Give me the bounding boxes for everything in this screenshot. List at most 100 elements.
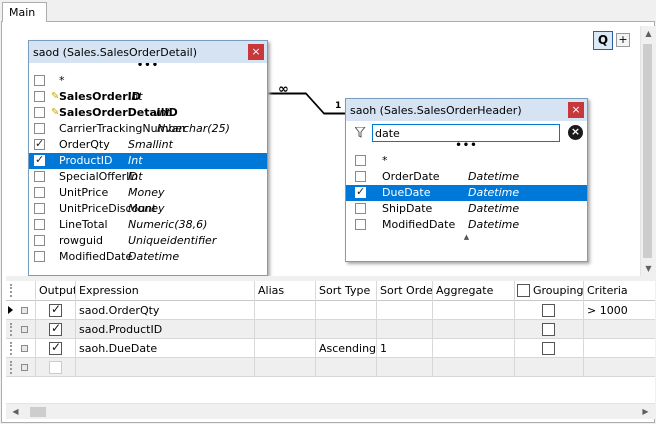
field-row[interactable]: * bbox=[346, 153, 587, 169]
header-alias[interactable]: Alias bbox=[255, 281, 316, 301]
cell-sort-order[interactable] bbox=[377, 301, 433, 320]
table-row[interactable]: saod.OrderQty > 1000 bbox=[6, 301, 655, 320]
cell-alias[interactable] bbox=[255, 320, 316, 339]
cell-criteria[interactable] bbox=[584, 339, 655, 358]
cell-sort-order[interactable] bbox=[377, 320, 433, 339]
output-checkbox[interactable] bbox=[49, 361, 62, 374]
header-aggregate[interactable]: Aggregate bbox=[433, 281, 515, 301]
cell-expression[interactable]: saod.ProductID bbox=[76, 320, 255, 339]
cell-expression[interactable]: saod.OrderQty bbox=[76, 301, 255, 320]
field-checkbox[interactable] bbox=[34, 251, 45, 262]
field-row[interactable]: UnitPrice Money bbox=[29, 185, 267, 201]
field-row[interactable]: ShipDate Datetime bbox=[346, 201, 587, 217]
output-checkbox[interactable] bbox=[49, 321, 62, 336]
query-columns-grid[interactable]: Output Expression Alias Sort Type Sort O… bbox=[6, 281, 655, 403]
query-button[interactable]: Q bbox=[593, 31, 613, 50]
table-row[interactable]: saoh.DueDate Ascending1 bbox=[6, 339, 655, 358]
scroll-down-arrow-icon[interactable]: ▼ bbox=[641, 261, 656, 276]
field-row[interactable]: ✎ SalesOrderID Int bbox=[29, 89, 267, 105]
cell-aggregate[interactable] bbox=[433, 339, 515, 358]
scroll-up-arrow-icon[interactable]: ▲ bbox=[641, 26, 656, 41]
scrollbar-thumb[interactable] bbox=[30, 407, 46, 417]
table-saod-close-button[interactable]: × bbox=[248, 44, 264, 60]
field-row[interactable]: ModifiedDate Datetime bbox=[29, 249, 267, 265]
cell-output[interactable] bbox=[36, 339, 76, 358]
cell-sort-type[interactable] bbox=[316, 301, 377, 320]
scroll-up-icon[interactable]: ▲ bbox=[346, 233, 587, 243]
row-header[interactable] bbox=[6, 301, 36, 320]
cell-alias[interactable] bbox=[255, 339, 316, 358]
grouping-checkbox[interactable] bbox=[542, 342, 555, 355]
row-select-icon[interactable] bbox=[21, 307, 28, 314]
header-sort-order[interactable]: Sort Order bbox=[377, 281, 433, 301]
row-select-icon[interactable] bbox=[21, 364, 28, 371]
field-checkbox[interactable] bbox=[34, 107, 45, 118]
cell-aggregate[interactable] bbox=[433, 320, 515, 339]
cell-alias[interactable] bbox=[255, 301, 316, 320]
query-diagram-canvas[interactable]: ∞ 1 saod (Sales.SalesOrderDetail) × ••• … bbox=[6, 26, 641, 276]
cell-expression[interactable] bbox=[76, 358, 255, 377]
table-saoh-close-button[interactable]: × bbox=[568, 102, 584, 118]
row-header[interactable] bbox=[6, 339, 36, 358]
scroll-right-arrow-icon[interactable]: ▶ bbox=[638, 404, 653, 419]
cell-aggregate[interactable] bbox=[433, 301, 515, 320]
field-checkbox[interactable] bbox=[355, 203, 366, 214]
field-checkbox[interactable] bbox=[34, 137, 45, 150]
cell-alias[interactable] bbox=[255, 358, 316, 377]
row-header[interactable] bbox=[6, 358, 36, 377]
field-row[interactable]: ✎ SalesOrderDetailID Int bbox=[29, 105, 267, 121]
field-checkbox[interactable] bbox=[34, 203, 45, 214]
table-saoh-header[interactable]: saoh (Sales.SalesOrderHeader) × bbox=[346, 99, 587, 121]
field-row[interactable]: ModifiedDate Datetime bbox=[346, 217, 587, 233]
field-row[interactable]: SpecialOfferID Int bbox=[29, 169, 267, 185]
field-checkbox[interactable] bbox=[355, 219, 366, 230]
grouping-checkbox[interactable] bbox=[542, 323, 555, 336]
cell-grouping[interactable] bbox=[515, 320, 584, 339]
table-saoh[interactable]: saoh (Sales.SalesOrderHeader) × × ••• * O… bbox=[345, 98, 588, 262]
diagram-vertical-scrollbar[interactable]: ▲ ▼ bbox=[640, 26, 655, 276]
cell-criteria[interactable] bbox=[584, 320, 655, 339]
header-sort-type[interactable]: Sort Type bbox=[316, 281, 377, 301]
grouping-toggle-checkbox[interactable] bbox=[517, 284, 530, 297]
grouping-checkbox[interactable] bbox=[542, 304, 555, 317]
cell-expression[interactable]: saoh.DueDate bbox=[76, 339, 255, 358]
field-checkbox[interactable] bbox=[34, 123, 45, 134]
cell-grouping[interactable] bbox=[515, 358, 584, 377]
scroll-left-arrow-icon[interactable]: ◀ bbox=[8, 404, 23, 419]
cell-sort-order[interactable] bbox=[377, 358, 433, 377]
field-checkbox[interactable] bbox=[34, 187, 45, 198]
header-grouping[interactable]: Grouping bbox=[515, 281, 584, 301]
field-checkbox[interactable] bbox=[34, 219, 45, 230]
cell-sort-type[interactable] bbox=[316, 320, 377, 339]
row-select-icon[interactable] bbox=[21, 345, 28, 352]
field-checkbox[interactable] bbox=[34, 91, 45, 102]
field-checkbox[interactable] bbox=[34, 75, 45, 86]
field-row[interactable]: LineTotal Numeric(38,6) bbox=[29, 217, 267, 233]
cell-aggregate[interactable] bbox=[433, 358, 515, 377]
cell-output[interactable] bbox=[36, 320, 76, 339]
grid-horizontal-scrollbar[interactable]: ◀ ▶ bbox=[6, 403, 655, 419]
output-checkbox[interactable] bbox=[49, 340, 62, 355]
cell-output[interactable] bbox=[36, 358, 76, 377]
clear-filter-button[interactable]: × bbox=[568, 125, 583, 140]
cell-grouping[interactable] bbox=[515, 339, 584, 358]
scrollbar-thumb[interactable] bbox=[643, 44, 652, 258]
table-saod-header[interactable]: saod (Sales.SalesOrderDetail) × bbox=[29, 41, 267, 63]
row-header[interactable] bbox=[6, 320, 36, 339]
header-criteria[interactable]: Criteria bbox=[584, 281, 655, 301]
field-row[interactable]: rowguid Uniqueidentifier bbox=[29, 233, 267, 249]
field-row[interactable]: CarrierTrackingNumber Nvarchar(25) bbox=[29, 121, 267, 137]
field-checkbox[interactable] bbox=[355, 155, 366, 166]
header-output[interactable]: Output bbox=[36, 281, 76, 301]
cell-sort-type[interactable]: Ascending bbox=[316, 339, 377, 358]
cell-grouping[interactable] bbox=[515, 301, 584, 320]
field-checkbox[interactable] bbox=[34, 171, 45, 182]
cell-criteria[interactable]: > 1000 bbox=[584, 301, 655, 320]
field-row[interactable]: UnitPriceDiscount Money bbox=[29, 201, 267, 217]
field-checkbox[interactable] bbox=[34, 235, 45, 246]
field-checkbox[interactable] bbox=[34, 153, 45, 166]
field-row[interactable]: * bbox=[29, 73, 267, 89]
field-filter-input[interactable] bbox=[372, 124, 560, 142]
add-table-button[interactable]: + bbox=[616, 33, 630, 47]
cell-sort-type[interactable] bbox=[316, 358, 377, 377]
